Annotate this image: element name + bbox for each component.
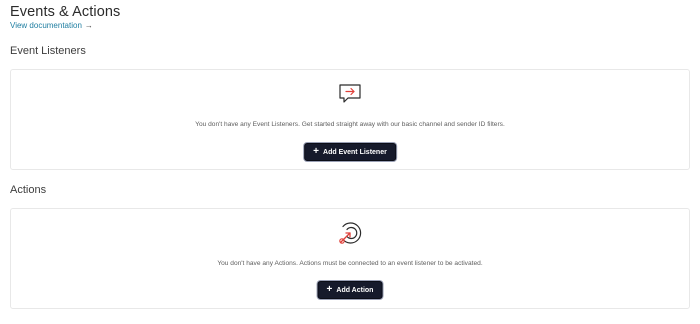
plus-icon: + (326, 284, 333, 295)
chat-arrow-icon (338, 83, 362, 110)
actions-title: Actions (10, 184, 47, 196)
plus-icon: + (313, 146, 320, 157)
add-event-listener-button[interactable]: + Add Event Listener (304, 143, 396, 161)
actions-empty-text: You don't have any Actions. Actions must… (217, 260, 483, 267)
target-arrow-icon (338, 221, 362, 250)
add-event-listener-label: Add Event Listener (323, 148, 387, 156)
event-listeners-card: You don't have any Event Listeners. Get … (10, 69, 690, 170)
event-listeners-empty-text: You don't have any Event Listeners. Get … (195, 121, 505, 128)
arrow-right-icon: → (84, 21, 93, 30)
add-action-button[interactable]: + Add Action (317, 281, 383, 299)
events-actions-page: Events & Actions View documentation → Ev… (0, 0, 700, 324)
view-documentation-link[interactable]: View documentation → (10, 21, 93, 30)
doc-link-label: View documentation (10, 21, 82, 30)
add-action-label: Add Action (336, 286, 374, 294)
page-title: Events & Actions (10, 4, 121, 20)
actions-card: You don't have any Actions. Actions must… (10, 208, 690, 309)
event-listeners-title: Event Listeners (10, 45, 86, 57)
